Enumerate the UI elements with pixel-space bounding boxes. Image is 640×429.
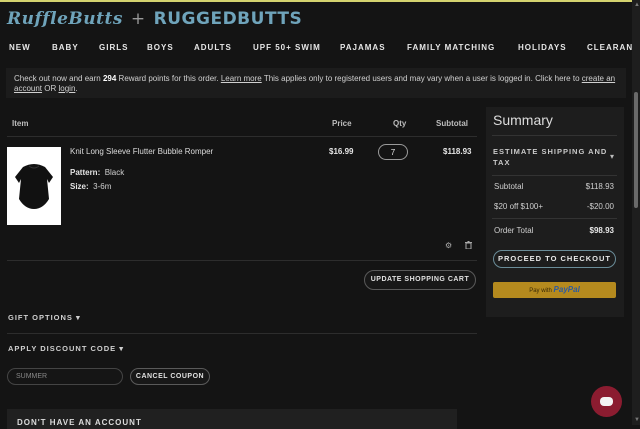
summary-discount-label: $20 off $100+ — [494, 202, 544, 211]
divider — [7, 136, 477, 137]
nav-item-boys[interactable]: BOYS — [147, 43, 174, 52]
col-header-item: Item — [12, 119, 29, 128]
chevron-down-icon: ▾ — [76, 313, 81, 322]
summary-subtotal-label: Subtotal — [494, 182, 524, 191]
discount-label: APPLY DISCOUNT CODE — [8, 344, 117, 353]
nav-item-girls[interactable]: GIRLS — [99, 43, 128, 52]
page-scrollbar[interactable]: ▲ ▼ — [632, 0, 640, 425]
option-value: 3-6m — [93, 182, 112, 191]
proceed-to-checkout-button[interactable]: PROCEED TO CHECKOUT — [493, 250, 616, 268]
option-label: Pattern: — [70, 168, 101, 177]
nav-item-baby[interactable]: BABY — [52, 43, 79, 52]
reward-points-count: 294 — [102, 74, 117, 83]
brand-separator: + — [130, 9, 146, 29]
chat-button[interactable] — [591, 386, 622, 417]
divider — [7, 333, 477, 334]
divider — [492, 218, 617, 219]
nav-item-adults[interactable]: ADULTS — [194, 43, 232, 52]
divider — [7, 260, 477, 261]
scroll-up-icon[interactable]: ▲ — [634, 2, 640, 8]
trash-icon[interactable] — [465, 241, 472, 251]
product-option-pattern: Pattern: Black — [70, 168, 124, 177]
nav-item-new[interactable]: NEW — [9, 43, 31, 52]
top-accent-line — [0, 0, 632, 2]
col-header-price: Price — [332, 119, 352, 128]
update-cart-button[interactable]: UPDATE SHOPPING CART — [364, 270, 476, 290]
notice-text: OR — [42, 84, 59, 93]
site-logo[interactable]: RuffleButts + RUGGEDBUTTS — [7, 9, 302, 29]
estimate-shipping-label: ESTIMATE SHIPPING AND TAX — [493, 147, 608, 167]
brand-rufflebutts: RuffleButts — [7, 9, 123, 29]
scroll-down-icon[interactable]: ▼ — [634, 417, 640, 423]
gift-options-label: GIFT OPTIONS — [8, 313, 73, 322]
learn-more-link[interactable]: Learn more — [221, 74, 262, 83]
nav-item-holidays[interactable]: HOLIDAYS — [518, 43, 567, 52]
summary-discount-value: -$20.00 — [586, 202, 614, 211]
nav-item-pajamas[interactable]: PAJAMAS — [340, 43, 386, 52]
gift-options-toggle[interactable]: GIFT OPTIONS ▾ — [8, 313, 81, 322]
product-option-size: Size: 3-6m — [70, 182, 111, 191]
summary-subtotal-value: $118.93 — [585, 182, 614, 191]
notice-text: Check out now and earn — [14, 74, 103, 83]
paypal-prefix: Pay with — [529, 288, 552, 294]
coupon-input[interactable]: SUMMER — [7, 368, 123, 385]
cancel-coupon-button[interactable]: CANCEL COUPON — [130, 368, 210, 385]
order-total-label: Order Total — [494, 226, 534, 235]
chevron-down-icon: ▾ — [119, 344, 125, 353]
divider — [492, 175, 617, 176]
item-subtotal: $118.93 — [443, 147, 472, 156]
notice-text: Reward points for this order. — [116, 74, 221, 83]
nav-item-family-matching[interactable]: FAMILY MATCHING — [407, 43, 495, 52]
col-header-qty: Qty — [393, 119, 407, 128]
chat-icon — [600, 397, 613, 406]
order-total-value: $98.93 — [589, 226, 614, 235]
notice-text: This applies only to registered users an… — [261, 74, 582, 83]
product-image[interactable] — [7, 147, 61, 225]
qty-input[interactable]: 7 — [378, 144, 408, 160]
paypal-button[interactable]: Pay with PayPal — [493, 282, 616, 298]
nav-item-clearance[interactable]: CLEARAN — [587, 43, 632, 52]
item-price: $16.99 — [329, 147, 354, 156]
paypal-logo: PayPal — [553, 285, 580, 294]
summary-title: Summary — [493, 112, 553, 128]
notice-text: . — [75, 84, 78, 93]
estimate-shipping-toggle[interactable]: ESTIMATE SHIPPING AND TAX — [493, 146, 609, 168]
reward-points-notice: Check out now and earn 294 Reward points… — [6, 68, 626, 98]
divider — [492, 135, 617, 136]
product-name-link[interactable]: Knit Long Sleeve Flutter Bubble Romper — [70, 147, 213, 156]
option-value: Black — [104, 168, 125, 177]
option-label: Size: — [70, 182, 89, 191]
scrollbar-thumb[interactable] — [634, 92, 638, 208]
col-header-subtotal: Subtotal — [436, 119, 468, 128]
login-link[interactable]: login — [58, 84, 75, 93]
gear-icon[interactable]: ⚙ — [445, 241, 452, 250]
discount-code-toggle[interactable]: APPLY DISCOUNT CODE ▾ — [8, 344, 124, 353]
nav-item-swim[interactable]: UPF 50+ SWIM — [253, 43, 321, 52]
brand-ruggedbutts: RUGGEDBUTTS — [153, 9, 303, 29]
main-nav: NEW BABY GIRLS BOYS ADULTS UPF 50+ SWIM … — [0, 43, 632, 55]
chevron-down-icon: ▾ — [610, 152, 615, 161]
account-heading: DON'T HAVE AN ACCOUNT — [17, 418, 142, 427]
